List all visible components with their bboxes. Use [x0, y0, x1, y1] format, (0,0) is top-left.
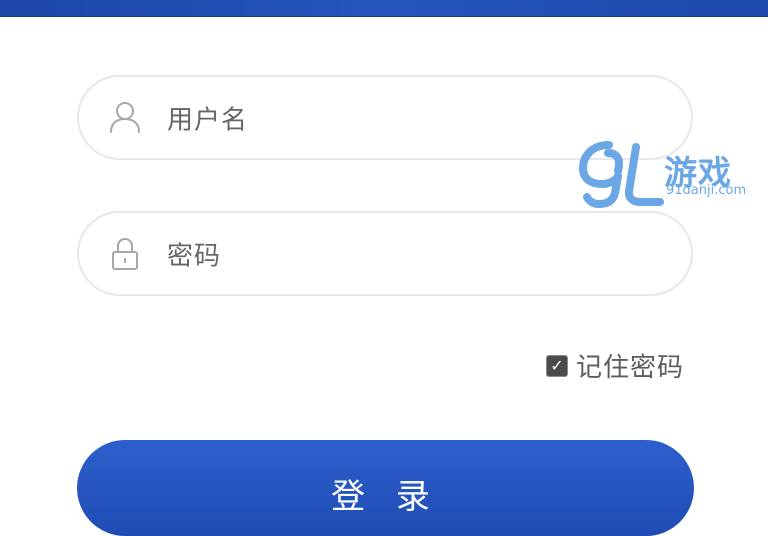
remember-label: 记住密码: [575, 353, 684, 383]
password-placeholder: 密码: [167, 241, 222, 271]
watermark-logo-icon: [579, 141, 664, 208]
watermark-domain: 91danji.com: [666, 183, 747, 198]
user-icon: [110, 101, 140, 133]
username-placeholder: 用户名: [167, 105, 249, 135]
lock-icon: [112, 237, 138, 270]
password-field[interactable]: 密码: [77, 211, 693, 296]
login-button-label: 登 录: [331, 477, 440, 517]
top-banner: [0, 0, 768, 17]
remember-me[interactable]: ✓ 记住密码: [545, 347, 684, 384]
remember-checkbox[interactable]: ✓: [545, 354, 568, 377]
watermark: 游戏 91danji.com: [578, 136, 760, 212]
login-button[interactable]: 登 录: [77, 440, 694, 536]
